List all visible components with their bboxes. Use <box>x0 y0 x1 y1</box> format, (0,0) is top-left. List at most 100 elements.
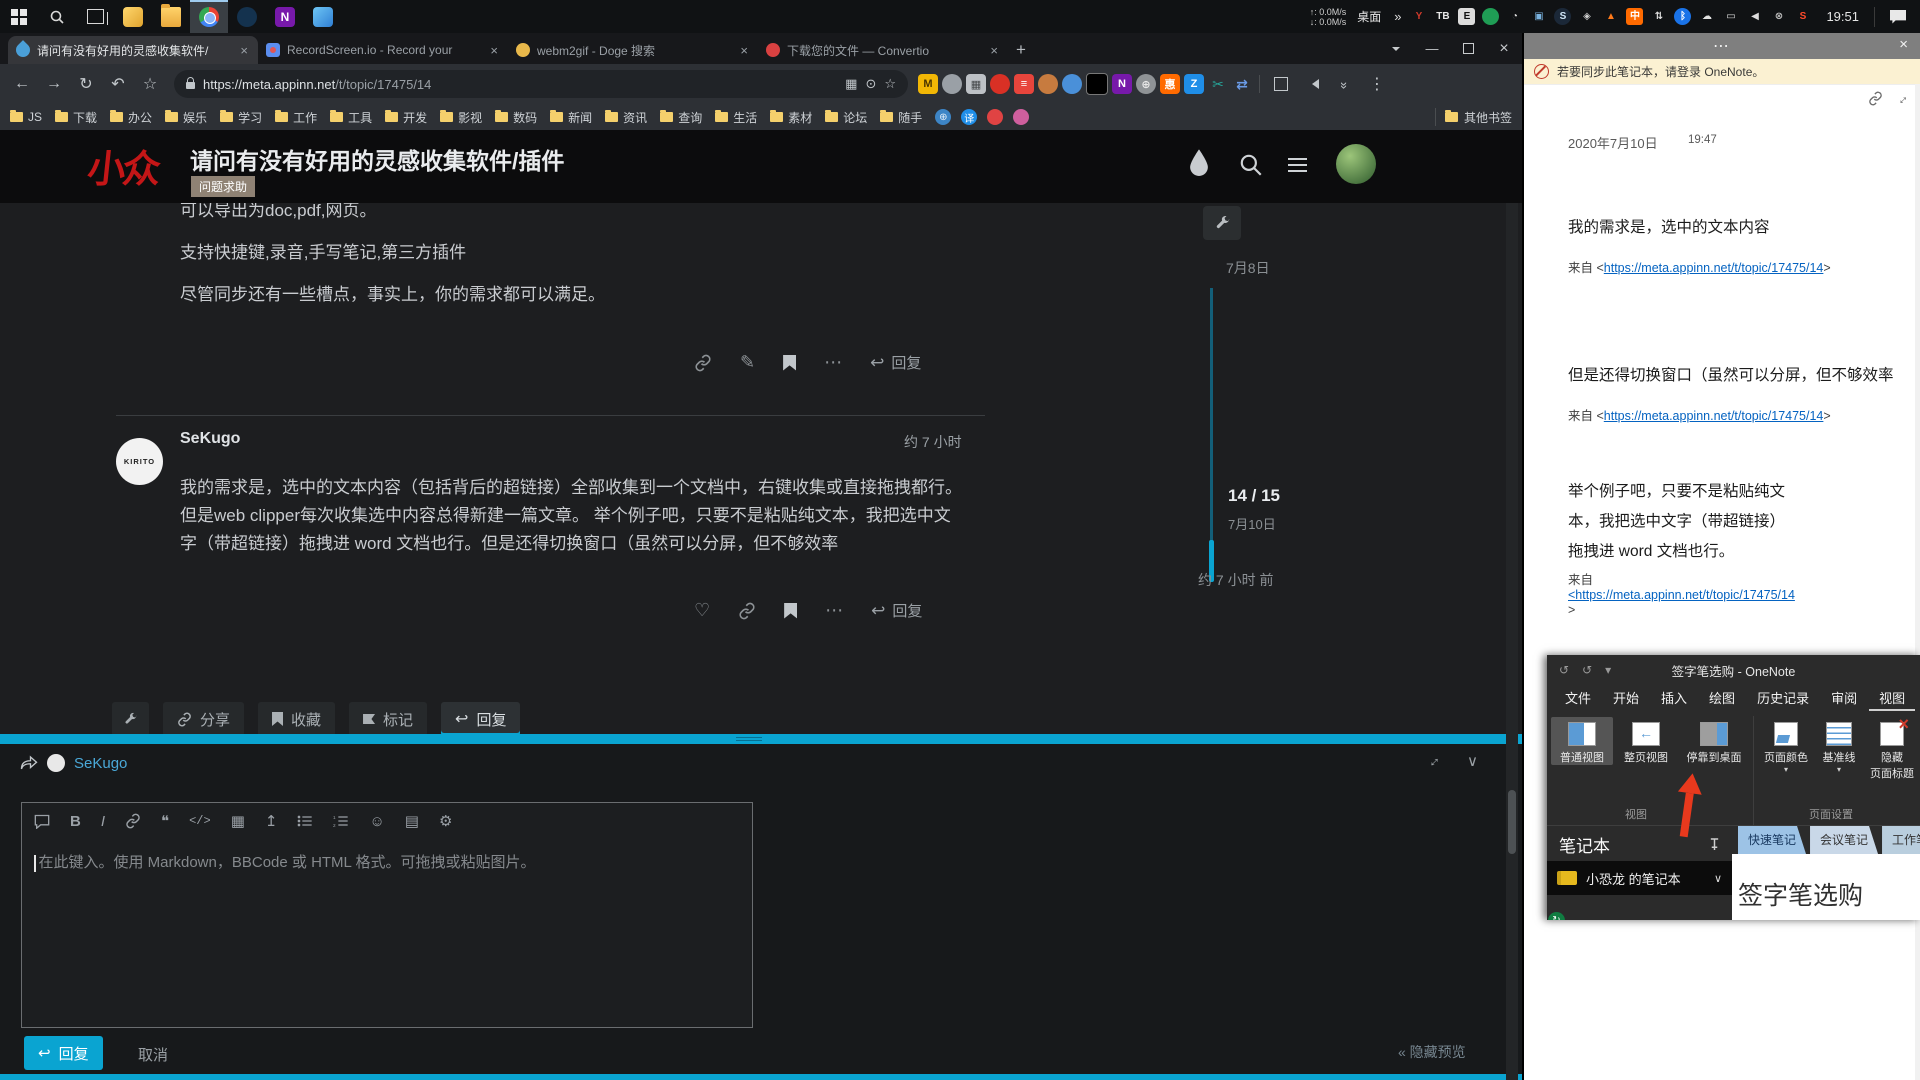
forward-button[interactable]: → <box>40 70 68 98</box>
composer-placeholder[interactable]: 在此键入。使用 Markdown，BBCode 或 HTML 格式。可拖拽或粘贴… <box>34 851 536 872</box>
expand-composer-icon[interactable]: ↔ <box>1422 749 1445 772</box>
edit-pencil-icon[interactable]: ✎ <box>740 352 755 373</box>
panel-close-icon[interactable]: × <box>1899 36 1910 53</box>
bookmark-folder[interactable]: 生活 <box>715 109 757 126</box>
table-button[interactable]: ▦ <box>231 812 245 830</box>
note-page[interactable]: 签字笔选购 <box>1732 854 1920 920</box>
normal-view-button[interactable]: 普通视图 <box>1551 717 1613 765</box>
taskbar-app-steam[interactable] <box>228 0 266 33</box>
tab-close-icon[interactable]: × <box>238 43 250 58</box>
bookmark-folder[interactable]: 数码 <box>495 109 537 126</box>
note-source-link[interactable]: <https://meta.appinn.net/t/topic/17475/1… <box>1568 588 1795 603</box>
flag-topic-button[interactable]: 标记 <box>349 702 427 736</box>
composer-editor[interactable]: B I ❝ </> ▦ ↥ 12 ☺ ▤ ⚙ 在此键入。使用 Markdown，… <box>21 802 753 1028</box>
browser-menu-kebab-icon[interactable]: ⋮ <box>1363 70 1391 98</box>
taskbar-app-onenote[interactable]: N <box>266 0 304 33</box>
browser-scrollbar[interactable] <box>1506 130 1518 1080</box>
dock-to-desktop-button[interactable]: 停靠到桌面 <box>1679 717 1749 765</box>
tab-close-icon[interactable]: × <box>988 43 1000 58</box>
tab-view[interactable]: 视图 <box>1869 684 1915 711</box>
italic-button[interactable]: I <box>101 813 105 830</box>
omnibox[interactable]: https://meta.appinn.net/t/topic/17475/14… <box>174 70 908 98</box>
extension-scissors[interactable]: ✂ <box>1208 74 1228 94</box>
other-bookmarks[interactable]: 其他书签 <box>1432 108 1512 126</box>
share-button[interactable]: 分享 <box>163 702 244 736</box>
replying-to-username[interactable]: SeKugo <box>74 755 127 772</box>
site-logo[interactable]: 小众 <box>85 138 161 193</box>
bookmark-this-star-icon[interactable]: ☆ <box>884 76 896 92</box>
task-view-button[interactable] <box>76 0 114 33</box>
tray-icon-bluetooth[interactable]: ᛒ <box>1674 8 1691 25</box>
tab-search-chevron-icon[interactable] <box>1378 33 1414 64</box>
chat-bubble-icon[interactable] <box>34 814 50 829</box>
calendar-button[interactable]: ▤ <box>405 812 419 830</box>
tray-icon-usb[interactable]: ⇅ <box>1650 8 1667 25</box>
collapse-chevrons-icon[interactable]: » <box>1331 70 1359 98</box>
bookmark-icon[interactable] <box>783 355 796 371</box>
onenote-titlebar[interactable]: ↺ ↺ ▾ 签字笔选购 - OneNote <box>1547 655 1920 685</box>
bookmark-icon[interactable] <box>784 603 797 619</box>
start-button[interactable] <box>0 0 38 33</box>
tab-close-icon[interactable]: × <box>738 43 750 58</box>
hamburger-menu-icon[interactable] <box>1288 154 1307 176</box>
category-badge[interactable]: 问题求助 <box>191 176 255 197</box>
topic-admin-wrench-button[interactable] <box>1203 206 1241 240</box>
note-content[interactable]: 2020年7月10日 19:47 我的需求是，选中的文本内容 来自 <https… <box>1568 33 1898 1080</box>
topic-title[interactable]: 请问有没有好用的灵感收集软件/插件 <box>190 142 564 176</box>
tray-icon-y[interactable]: Y <box>1410 8 1427 25</box>
back-button[interactable]: ← <box>8 70 36 98</box>
tray-icon-cloud[interactable]: ☁ <box>1698 8 1715 25</box>
link-icon[interactable] <box>738 602 756 620</box>
extension-blue-sphere[interactable] <box>1062 74 1082 94</box>
post-author[interactable]: SeKugo <box>180 430 240 448</box>
extension-profile[interactable] <box>942 74 962 94</box>
timeline-last-reply[interactable]: 约 7 小时 前 <box>1198 570 1273 590</box>
tab-review[interactable]: 审阅 <box>1821 684 1867 711</box>
timeline-track[interactable] <box>1210 288 1213 546</box>
mute-speaker-icon[interactable] <box>1299 70 1327 98</box>
tray-icon-zhong[interactable]: 中 <box>1626 8 1643 25</box>
bookmark-topic-button[interactable]: 收藏 <box>258 702 335 736</box>
tab-close-icon[interactable]: × <box>488 43 500 58</box>
reply-button[interactable]: ↩回复 <box>871 600 922 621</box>
bold-button[interactable]: B <box>70 813 81 830</box>
bookmark-folder[interactable]: 影视 <box>440 109 482 126</box>
taskbar-app-photos[interactable] <box>304 0 342 33</box>
tray-icon-clock[interactable]: ◔ <box>1506 8 1523 25</box>
upload-button[interactable]: ↥ <box>265 812 278 830</box>
tray-icon-flame[interactable]: ▲ <box>1602 8 1619 25</box>
extension-black-square[interactable] <box>1086 73 1108 95</box>
tab-history[interactable]: 历史记录 <box>1747 684 1819 711</box>
section-tab-quick-notes[interactable]: 快速笔记 <box>1738 826 1806 854</box>
bookmark-folder[interactable]: 工作 <box>275 109 317 126</box>
extension-loop[interactable]: ⇄ <box>1232 74 1252 94</box>
section-tab-meeting-notes[interactable]: 会议笔记 <box>1810 826 1878 854</box>
numbered-list-button[interactable]: 12 <box>333 814 349 828</box>
tray-icon-display[interactable]: ▭ <box>1722 8 1739 25</box>
tray-icon-epic[interactable]: E <box>1458 8 1475 25</box>
bookmark-translate-icon[interactable]: 译 <box>961 109 977 125</box>
tray-icon-steam[interactable]: S <box>1554 8 1571 25</box>
code-button[interactable]: </> <box>189 814 211 828</box>
reply-button[interactable]: ↩回复 <box>870 352 921 373</box>
full-page-view-button[interactable]: ← 整页视图 <box>1615 717 1677 765</box>
page-color-button[interactable]: 页面颜色 ▾ <box>1759 717 1813 774</box>
restore-button[interactable] <box>1450 33 1486 64</box>
extension-gray-globe[interactable]: ⊕ <box>1136 74 1156 94</box>
bookmark-folder[interactable]: 开发 <box>385 109 427 126</box>
blockquote-button[interactable]: ❝ <box>161 812 169 830</box>
extension-red-dot[interactable] <box>990 74 1010 94</box>
pin-icon[interactable] <box>1709 838 1720 851</box>
notebook-dropdown[interactable]: 小恐龙 的笔记本 ∨ <box>1547 861 1732 895</box>
topic-wrench-button[interactable] <box>112 702 149 736</box>
tray-icon-volume[interactable]: ◀ <box>1746 8 1763 25</box>
bookmark-pink-icon[interactable] <box>1013 109 1029 125</box>
tab-insert[interactable]: 插入 <box>1651 684 1697 711</box>
bookmark-folder[interactable]: 办公 <box>110 109 152 126</box>
search-icon[interactable] <box>1238 152 1264 178</box>
taskbar-app-explorer[interactable] <box>152 0 190 33</box>
link-icon[interactable] <box>694 354 712 372</box>
undo-extension-button[interactable]: ↶ <box>104 70 132 98</box>
bookmark-folder[interactable]: 学习 <box>220 109 262 126</box>
desktop-toolbar-label[interactable]: 桌面 <box>1353 8 1385 25</box>
